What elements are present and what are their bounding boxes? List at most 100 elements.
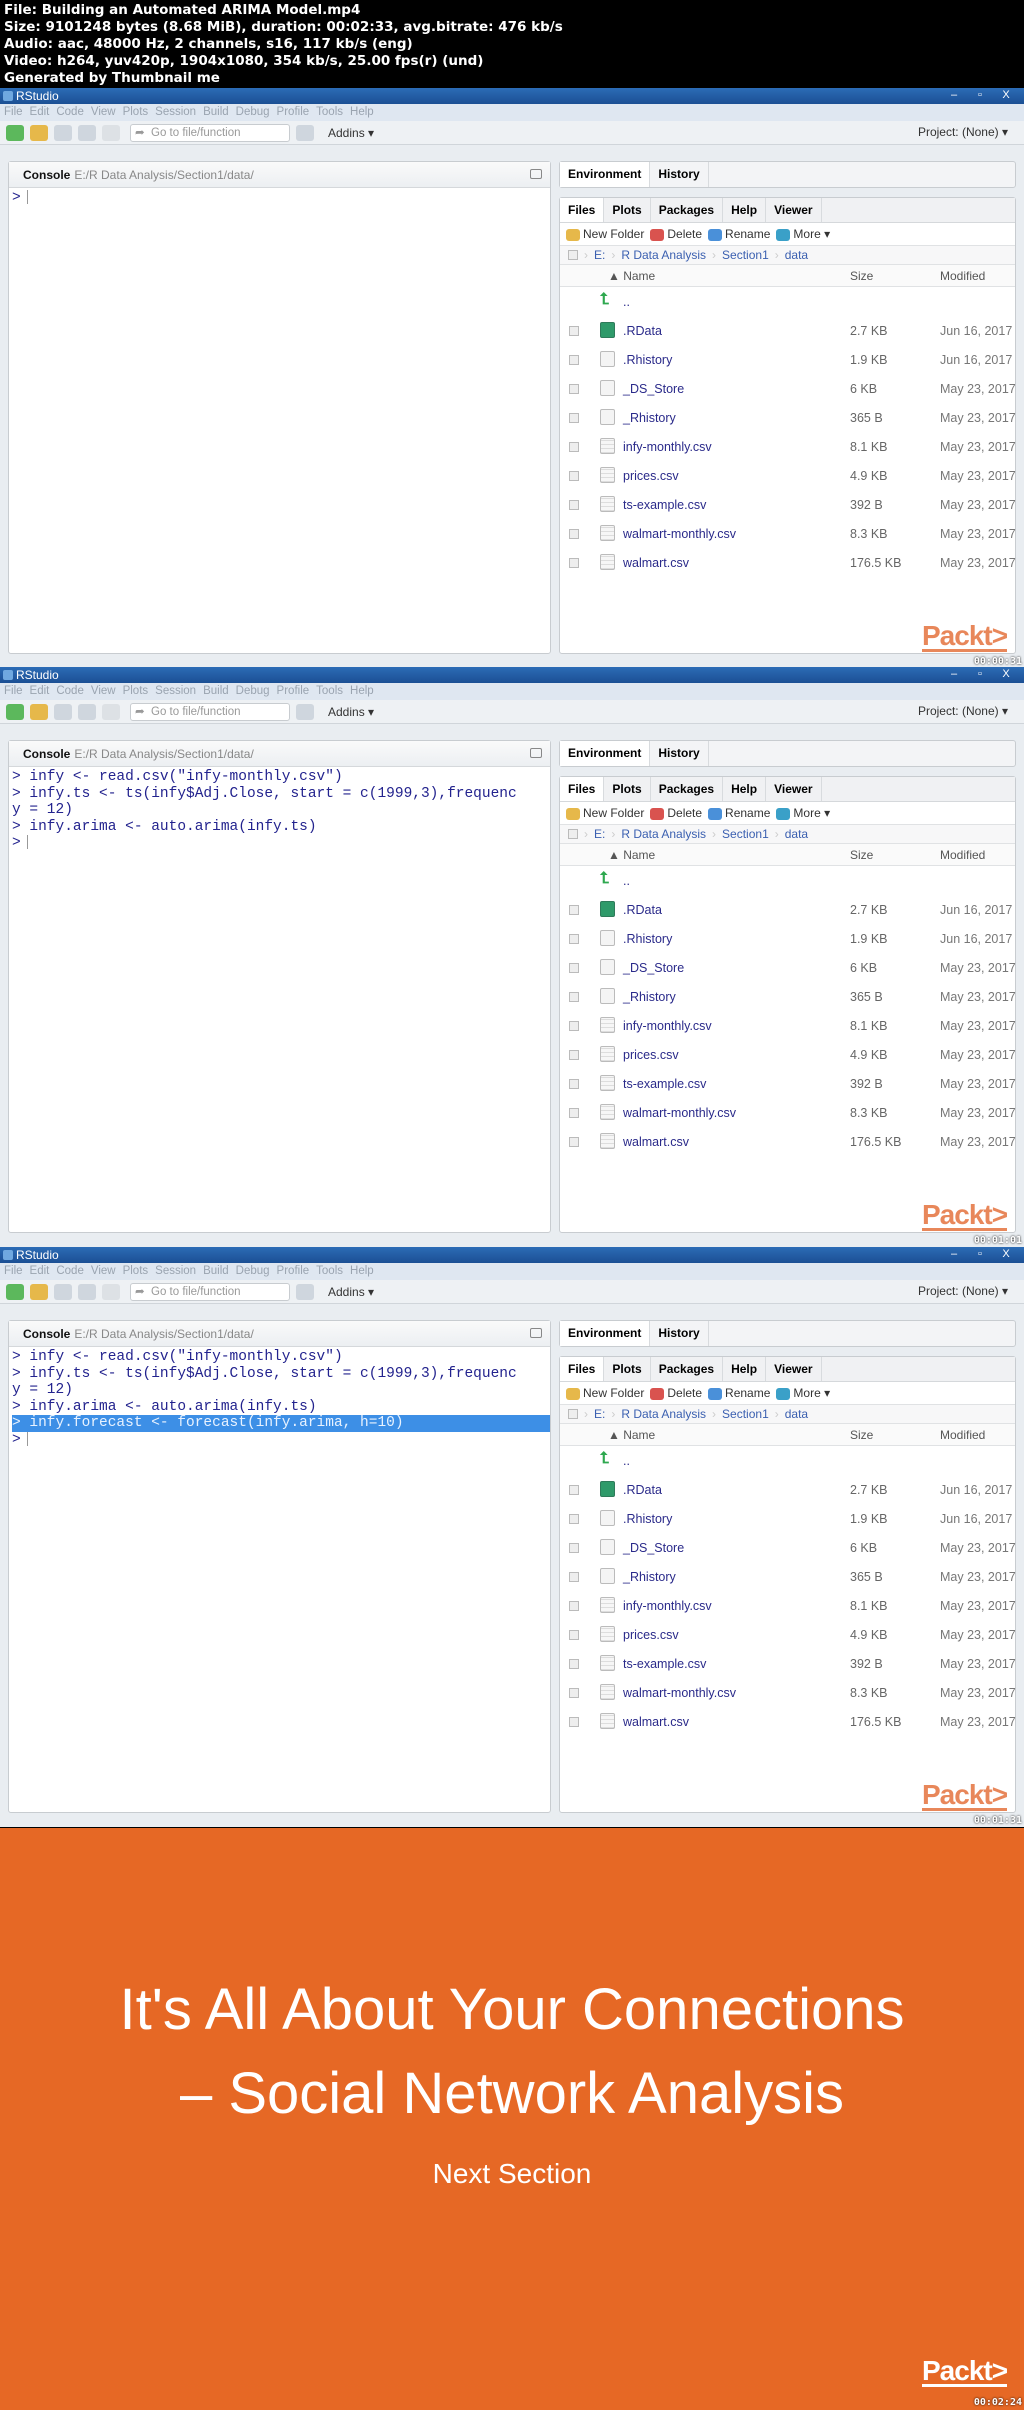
minimize-button[interactable]: – (942, 1247, 966, 1261)
breadcrumb-item[interactable]: R Data Analysis (621, 827, 706, 841)
console-pane[interactable]: Console E:/R Data Analysis/Section1/data/… (8, 1320, 551, 1813)
project-menu[interactable]: Project: (None) ▾ (918, 125, 1008, 139)
parent-directory-link[interactable]: .. (623, 1454, 630, 1468)
breadcrumb-item[interactable]: E: (594, 827, 605, 841)
file-row-parent[interactable]: ⮤.. (560, 866, 1015, 895)
file-name-link[interactable]: ts-example.csv (623, 1657, 706, 1671)
tab-environment[interactable]: Environment (560, 162, 651, 187)
maximize-pane-icon[interactable] (530, 1328, 542, 1338)
menu-plots[interactable]: Plots (123, 1263, 149, 1280)
delete-button[interactable]: Delete (650, 806, 702, 820)
file-row[interactable]: _DS_Store 6 KB May 23, 2017 (560, 953, 1016, 982)
file-name-link[interactable]: prices.csv (623, 469, 679, 483)
file-checkbox[interactable] (569, 1543, 579, 1553)
file-checkbox[interactable] (569, 1021, 579, 1031)
menu-view[interactable]: View (91, 1263, 116, 1280)
file-checkbox[interactable] (569, 1485, 579, 1495)
file-row[interactable]: _Rhistory 365 B May 23, 2017 (560, 982, 1016, 1011)
file-name-link[interactable]: walmart-monthly.csv (623, 1686, 736, 1700)
file-name-link[interactable]: _DS_Store (623, 961, 684, 975)
file-row-parent[interactable]: ⮤.. (560, 1446, 1015, 1475)
file-checkbox[interactable] (569, 355, 579, 365)
file-checkbox[interactable] (569, 384, 579, 394)
file-name-link[interactable]: _Rhistory (623, 1570, 676, 1584)
maximize-button[interactable]: ▫ (968, 667, 992, 681)
menu-debug[interactable]: Debug (236, 104, 270, 121)
open-file-icon[interactable] (30, 703, 48, 720)
column-name[interactable]: ▲ Name (608, 1428, 655, 1442)
file-checkbox[interactable] (569, 963, 579, 973)
print-icon[interactable] (102, 1283, 120, 1300)
addins-menu[interactable]: Addins ▾ (328, 126, 374, 140)
open-file-icon[interactable] (30, 124, 48, 141)
file-name-link[interactable]: prices.csv (623, 1628, 679, 1642)
file-checkbox[interactable] (569, 1108, 579, 1118)
file-checkbox[interactable] (569, 442, 579, 452)
file-name-link[interactable]: walmart.csv (623, 1135, 689, 1149)
column-modified[interactable]: Modified (940, 1428, 985, 1442)
menu-edit[interactable]: Edit (30, 683, 50, 700)
rename-button[interactable]: Rename (708, 806, 770, 820)
menu-debug[interactable]: Debug (236, 683, 270, 700)
file-name-link[interactable]: .RData (623, 903, 662, 917)
menu-tools[interactable]: Tools (316, 683, 343, 700)
goto-file-input[interactable]: Go to file/function (130, 702, 290, 721)
column-modified[interactable]: Modified (940, 848, 985, 862)
file-name-link[interactable]: walmart-monthly.csv (623, 1106, 736, 1120)
menu-code[interactable]: Code (56, 1263, 84, 1280)
save-all-icon[interactable] (78, 1283, 96, 1300)
menu-help[interactable]: Help (350, 683, 374, 700)
file-name-link[interactable]: .Rhistory (623, 1512, 672, 1526)
menu-view[interactable]: View (91, 683, 116, 700)
close-button[interactable]: X (994, 88, 1018, 102)
console-pane[interactable]: Console E:/R Data Analysis/Section1/data/… (8, 740, 551, 1233)
breadcrumb-item[interactable]: E: (594, 1407, 605, 1421)
save-all-icon[interactable] (78, 124, 96, 141)
save-all-icon[interactable] (78, 703, 96, 720)
file-row[interactable]: walmart.csv 176.5 KB May 23, 2017 (560, 1707, 1016, 1736)
file-row[interactable]: _Rhistory 365 B May 23, 2017 (560, 403, 1016, 432)
menu-file[interactable]: File (4, 104, 23, 121)
file-name-link[interactable]: prices.csv (623, 1048, 679, 1062)
maximize-button[interactable]: ▫ (968, 1247, 992, 1261)
console-output[interactable]: > (9, 188, 550, 207)
menu-build[interactable]: Build (203, 683, 229, 700)
new-file-icon[interactable] (6, 703, 24, 720)
menu-code[interactable]: Code (56, 683, 84, 700)
goto-file-input[interactable]: Go to file/function (130, 1282, 290, 1301)
tab-help[interactable]: Help (723, 777, 767, 801)
breadcrumb-item[interactable]: data (785, 248, 808, 262)
console-tab[interactable]: Console (23, 168, 70, 182)
tab-packages[interactable]: Packages (651, 1357, 724, 1381)
close-button[interactable]: X (994, 667, 1018, 681)
file-row[interactable]: ts-example.csv 392 B May 23, 2017 (560, 1649, 1016, 1678)
file-checkbox[interactable] (569, 558, 579, 568)
menu-plots[interactable]: Plots (123, 104, 149, 121)
file-checkbox[interactable] (569, 1079, 579, 1089)
new-folder-button[interactable]: New Folder (566, 1386, 644, 1400)
file-row[interactable]: walmart-monthly.csv 8.3 KB May 23, 2017 (560, 1678, 1016, 1707)
column-name[interactable]: ▲ Name (608, 269, 655, 283)
file-row[interactable]: .Rhistory 1.9 KB Jun 16, 2017 (560, 345, 1015, 374)
file-row[interactable]: _Rhistory 365 B May 23, 2017 (560, 1562, 1016, 1591)
tab-files[interactable]: Files (560, 1357, 605, 1381)
file-row[interactable]: .RData 2.7 KB Jun 16, 2017 (560, 895, 1015, 924)
tab-plots[interactable]: Plots (604, 777, 651, 801)
tab-environment[interactable]: Environment (560, 1321, 651, 1346)
file-row[interactable]: walmart-monthly.csv 8.3 KB May 23, 2017 (560, 519, 1016, 548)
save-icon[interactable] (54, 703, 72, 720)
file-name-link[interactable]: .RData (623, 324, 662, 338)
parent-directory-link[interactable]: .. (623, 295, 630, 309)
tab-files[interactable]: Files (560, 198, 605, 222)
file-name-link[interactable]: walmart-monthly.csv (623, 527, 736, 541)
maximize-pane-icon[interactable] (530, 748, 542, 758)
menu-profile[interactable]: Profile (277, 1263, 310, 1280)
file-row[interactable]: _DS_Store 6 KB May 23, 2017 (560, 374, 1016, 403)
maximize-pane-icon[interactable] (530, 169, 542, 179)
file-checkbox[interactable] (569, 1688, 579, 1698)
file-name-link[interactable]: walmart.csv (623, 556, 689, 570)
delete-button[interactable]: Delete (650, 1386, 702, 1400)
open-file-icon[interactable] (30, 1283, 48, 1300)
file-row[interactable]: .RData 2.7 KB Jun 16, 2017 (560, 316, 1015, 345)
console-tab[interactable]: Console (23, 1327, 70, 1341)
